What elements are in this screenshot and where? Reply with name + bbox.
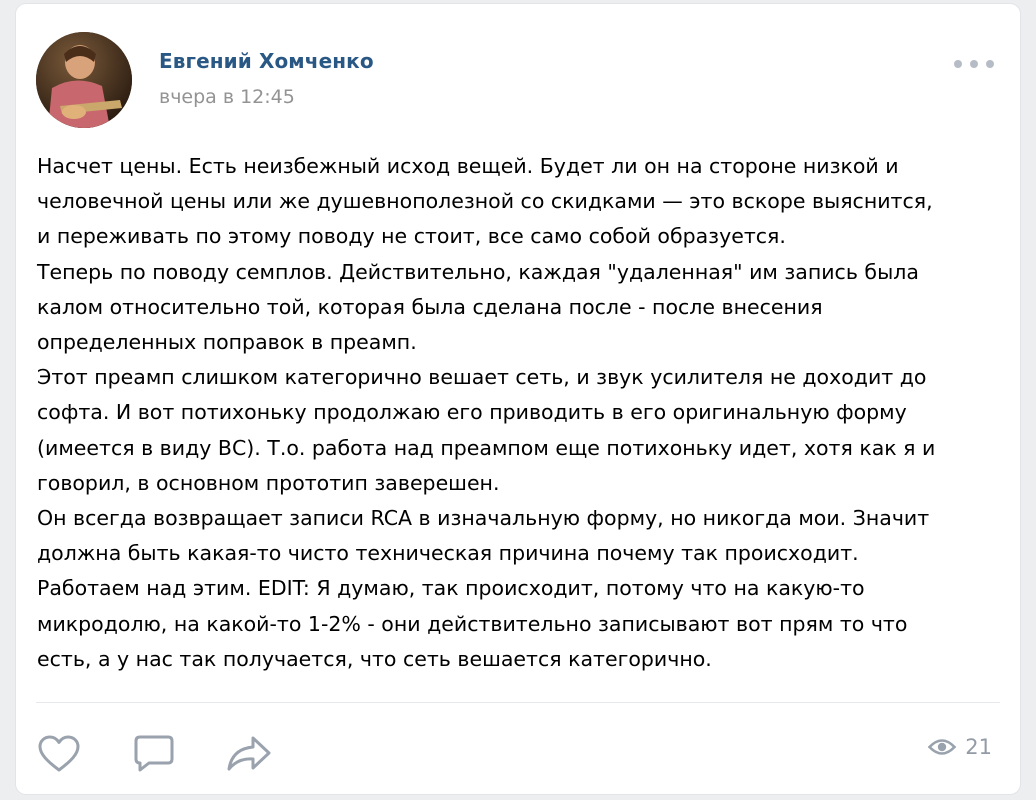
avatar-image (36, 32, 132, 128)
text-line: есть, а у нас так получается, что сеть в… (37, 646, 712, 671)
post-card: Евгений Хомченко вчера в 12:45 Насчет це… (16, 4, 1020, 794)
share-button[interactable] (226, 731, 272, 777)
text-line: (имеется в виду ВС). Т.о. работа над пре… (37, 435, 936, 460)
dot-icon (986, 60, 994, 68)
text-line: человечной цены или же душевнополезной с… (37, 189, 933, 214)
like-button[interactable] (36, 731, 82, 777)
divider (36, 702, 1000, 703)
dot-icon (954, 60, 962, 68)
comment-button[interactable] (131, 731, 177, 777)
text-line: Этот преамп слишком категорично вешает с… (37, 365, 927, 390)
text-line: микродолю, на какой-то 1-2% - они действ… (37, 611, 908, 636)
text-line: калом относительно той, которая была сде… (37, 294, 823, 319)
text-line: Он всегда возвращает записи RCA в изнача… (37, 506, 930, 531)
views-counter: 21 (928, 735, 992, 759)
avatar[interactable] (36, 32, 132, 128)
text-line: должна быть какая-то чисто техническая п… (37, 541, 859, 566)
text-line: и переживать по этому поводу не стоит, в… (37, 224, 786, 249)
comment-icon (134, 735, 174, 772)
text-line: Теперь по поводу семплов. Действительно,… (37, 259, 919, 284)
eye-icon (928, 739, 957, 755)
more-options-button[interactable] (954, 54, 994, 74)
dot-icon (970, 60, 978, 68)
views-count: 21 (965, 735, 992, 759)
text-line: определенных поправок в преамп. (37, 330, 417, 355)
text-line: говорил, в основном прототип заверешен. (37, 470, 500, 495)
share-icon (227, 736, 271, 771)
post-timestamp[interactable]: вчера в 12:45 (159, 86, 295, 108)
text-line: Насчет цены. Есть неизбежный исход вещей… (37, 154, 899, 178)
text-line: софта. И вот потихоньку продолжаю его пр… (37, 400, 907, 425)
author-name[interactable]: Евгений Хомченко (159, 49, 374, 73)
text-line: Работаем над этим. EDIT: Я думаю, так пр… (37, 576, 865, 601)
post-text: Насчет цены. Есть неизбежный исход вещей… (37, 149, 1003, 677)
heart-icon (38, 735, 80, 772)
